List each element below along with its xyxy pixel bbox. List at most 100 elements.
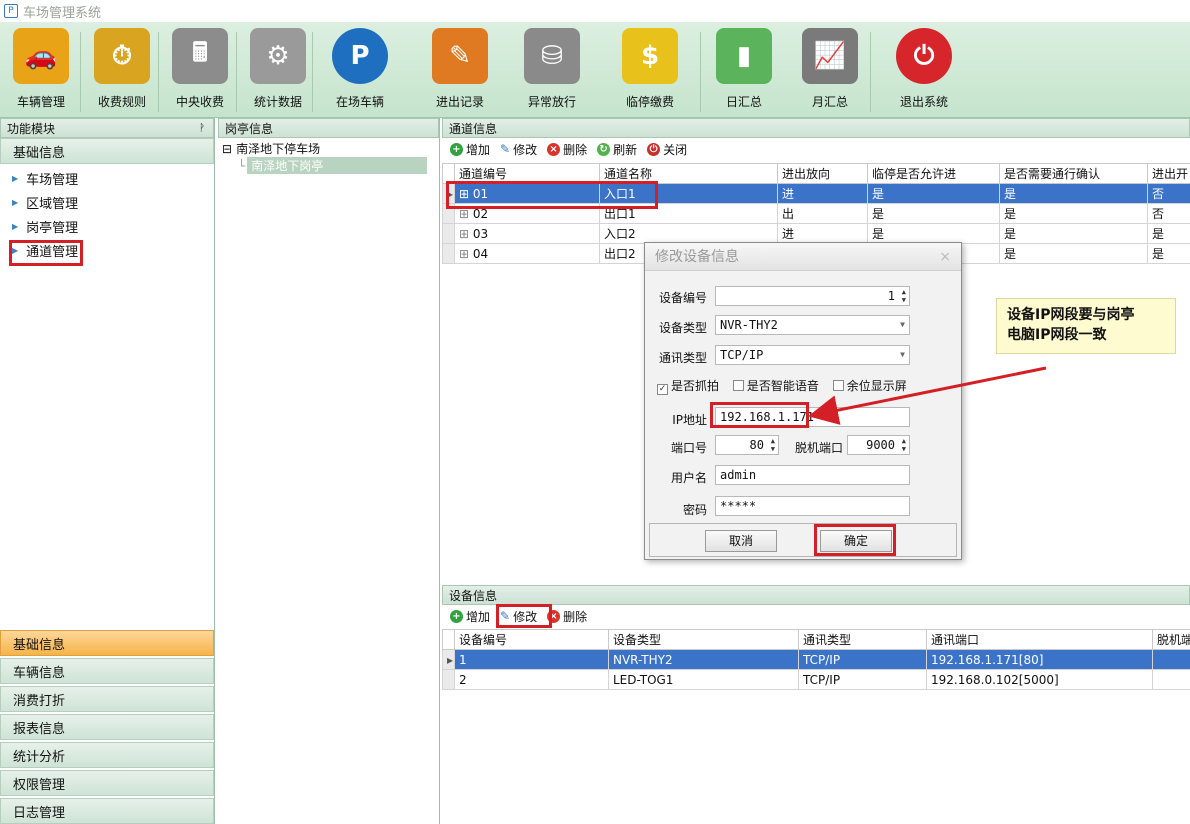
channel-title: 通道信息 [449,121,498,136]
spin-arrows-icon[interactable]: ▲ ▼ [902,288,906,304]
table-cell: 是 [1147,223,1190,244]
add-channel-button[interactable]: + 增加 [450,141,490,158]
column-header[interactable]: 通讯类型 [798,629,927,650]
cash-register-icon: 🖩 [172,28,228,84]
table-row[interactable]: 2 LED-TOG1 TCP/IP 192.168.0.102[5000] [442,669,1190,690]
app-icon: P [4,4,18,18]
highlight-ip-field [710,402,809,428]
group-permissions[interactable]: 权限管理 [0,770,214,796]
user-field[interactable]: admin [715,465,910,485]
cell-text: 04 [472,246,489,261]
toolbar-button-2[interactable]: 🖩 中央收费 [162,26,238,114]
menu-item-area-management[interactable]: ▶ 区域管理 [0,190,214,214]
toolbar-button-9[interactable]: 📈 月汇总 [792,26,868,114]
delete-device-button[interactable]: × 删除 [547,608,587,625]
device-type-select[interactable]: NVR-THY2 ▼ [715,315,910,335]
chevron-down-icon[interactable]: ▼ [900,316,905,334]
group-label: 报表信息 [13,721,66,737]
column-header[interactable]: 设备类型 [608,629,799,650]
column-header[interactable]: 进出开 [1147,163,1190,184]
group-basic-info-top[interactable]: 基础信息 [0,138,214,164]
pin-icon[interactable]: ᚹ [199,123,205,134]
refresh-label: 刷新 [613,142,638,157]
port-stepper[interactable]: 80 ▲ ▼ [715,435,779,455]
table-cell: 进 [777,183,868,204]
row-indicator [442,669,455,690]
title-bar: P 车场管理系统 [0,0,1190,22]
row-indicator-header [442,629,455,650]
table-cell: 否 [1147,183,1190,204]
bar-chart-icon: ▮ [716,28,772,84]
offline-port-stepper[interactable]: 9000 ▲ ▼ [847,435,910,455]
toolbar-button-0[interactable]: 🚗 车辆管理 [3,26,79,114]
comm-type-label: 通讯类型 [658,351,707,365]
toolbar-button-3[interactable]: ⚙ 统计数据 [240,26,316,114]
group-vehicle-info[interactable]: 车辆信息 [0,658,214,684]
column-header[interactable]: 临停是否允许进 [867,163,1000,184]
column-header[interactable]: 脱机端 [1152,629,1190,650]
menu-item-lot-management[interactable]: ▶ 车场管理 [0,166,214,190]
spin-arrows-icon[interactable]: ▲ ▼ [902,437,906,453]
table-cell: 192.168.1.171[80] [926,649,1153,670]
function-module-title: 功能模块 [7,121,56,136]
toolbar-button-8[interactable]: ▮ 日汇总 [706,26,782,114]
column-header[interactable]: 进出放向 [777,163,868,184]
device-button-row: + 增加 ✎ 修改 × 删除 [442,605,1190,627]
group-logs[interactable]: 日志管理 [0,798,214,824]
toolbar-label: 临停缴费 [625,95,674,109]
add-device-button[interactable]: + 增加 [450,608,490,625]
menu-item-booth-management[interactable]: ▶ 岗亭管理 [0,214,214,238]
delete-icon: × [547,142,561,156]
tree-child[interactable]: └ 南泽地下岗亭 [238,157,435,174]
offline-port-value: 9000 [866,438,895,452]
dialog-titlebar: 修改设备信息 × [645,243,961,271]
password-value: ***** [720,499,757,513]
callout-line-2: 电脑IP网段一致 [1007,327,1107,343]
table-row[interactable]: ▸ 1 NVR-THY2 TCP/IP 192.168.1.171[80] [442,649,1190,670]
device-no-stepper[interactable]: 1 ▲ ▼ [715,286,910,306]
password-field[interactable]: ***** [715,496,910,516]
refresh-channel-button[interactable]: ↻ 刷新 [597,141,637,158]
main-toolbar: 🚗 车辆管理 ⏱ 收费规则 🖩 中央收费 ⚙ 统计数据 P 在场车辆 ✎ 进出记录 ⛁ 异常放行 $ 临停缴费… [0,22,1190,118]
cell-text: 03 [472,226,489,241]
tree-root[interactable]: ⊟ 南泽地下停车场 [222,140,435,157]
close-channel-button[interactable]: ⏻ 关闭 [647,141,687,158]
cancel-button[interactable]: 取消 [705,530,777,552]
table-row[interactable]: ⊞ 03 入口2 进是是是 [442,223,1190,244]
toolbar-button-1[interactable]: ⏱ 收费规则 [84,26,160,114]
group-label: 权限管理 [13,777,66,793]
delete-label: 删除 [563,609,588,624]
user-value: admin [720,468,757,482]
toolbar-label: 进出记录 [435,95,484,109]
highlight-edit-button [496,604,552,628]
tree-child-label: 南泽地下岗亭 [247,157,428,174]
group-statistics[interactable]: 统计分析 [0,742,214,768]
device-title: 设备信息 [449,588,498,603]
edit-channel-button[interactable]: ✎ 修改 [500,141,537,158]
group-discount[interactable]: 消费打折 [0,686,214,712]
toolbar-button-10[interactable]: ⏻ 退出系统 [886,26,962,114]
device-type-value: NVR-THY2 [720,318,778,332]
expand-icon[interactable]: ⊞ [459,227,473,241]
toolbar-button-7[interactable]: $ 临停缴费 [612,26,688,114]
toolbar-button-6[interactable]: ⛁ 异常放行 [514,26,590,114]
booth-title: 岗亭信息 [225,121,274,136]
column-header[interactable]: 设备编号 [454,629,609,650]
group-reports[interactable]: 报表信息 [0,714,214,740]
delete-channel-button[interactable]: × 删除 [547,141,587,158]
device-type-label: 设备类型 [658,321,707,335]
collapse-icon[interactable]: ⊟ [222,142,232,156]
group-basic-info[interactable]: 基础信息 [0,630,214,656]
sports-car-icon: 🚗 [13,28,69,84]
spin-arrows-icon[interactable]: ▲ ▼ [771,437,775,453]
refresh-icon: ↻ [597,142,611,156]
toolbar-button-4[interactable]: P 在场车辆 [322,26,398,114]
expand-icon[interactable]: ⊞ [459,247,473,261]
window-title: 车场管理系统 [23,5,102,21]
column-header[interactable]: 通讯端口 [926,629,1153,650]
toolbar-button-5[interactable]: ✎ 进出记录 [422,26,498,114]
capture-checkbox[interactable]: ✓ 是否抓拍 [657,379,719,395]
toolbar-separator [158,32,159,112]
column-header[interactable]: 是否需要通行确认 [999,163,1148,184]
dialog-close-icon[interactable]: × [939,243,951,271]
